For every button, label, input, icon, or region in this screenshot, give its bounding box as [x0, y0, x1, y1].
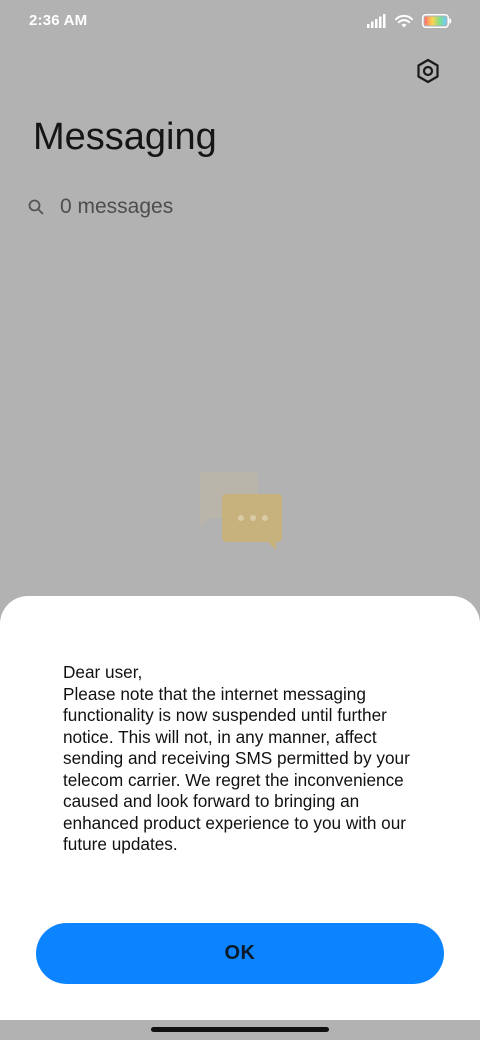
search-icon: [26, 197, 46, 217]
home-indicator[interactable]: [151, 1027, 329, 1032]
status-time: 2:36 AM: [29, 12, 88, 29]
ok-button[interactable]: OK: [36, 923, 444, 984]
chat-bubbles-icon: [196, 470, 288, 552]
search-bar[interactable]: 0 messages: [26, 190, 173, 224]
message-count: 0 messages: [60, 195, 174, 218]
status-icons: [367, 13, 452, 29]
signal-icon: [367, 14, 386, 28]
gear-icon: [417, 58, 439, 84]
wifi-icon: [395, 14, 413, 27]
notice-dialog: Dear user, Please note that the internet…: [0, 596, 480, 1020]
battery-icon: [422, 14, 452, 28]
page-title: Messaging: [33, 116, 217, 158]
settings-button[interactable]: [412, 55, 444, 87]
dialog-message: Dear user, Please note that the internet…: [63, 662, 410, 854]
status-bar: 2:36 AM: [0, 0, 480, 44]
